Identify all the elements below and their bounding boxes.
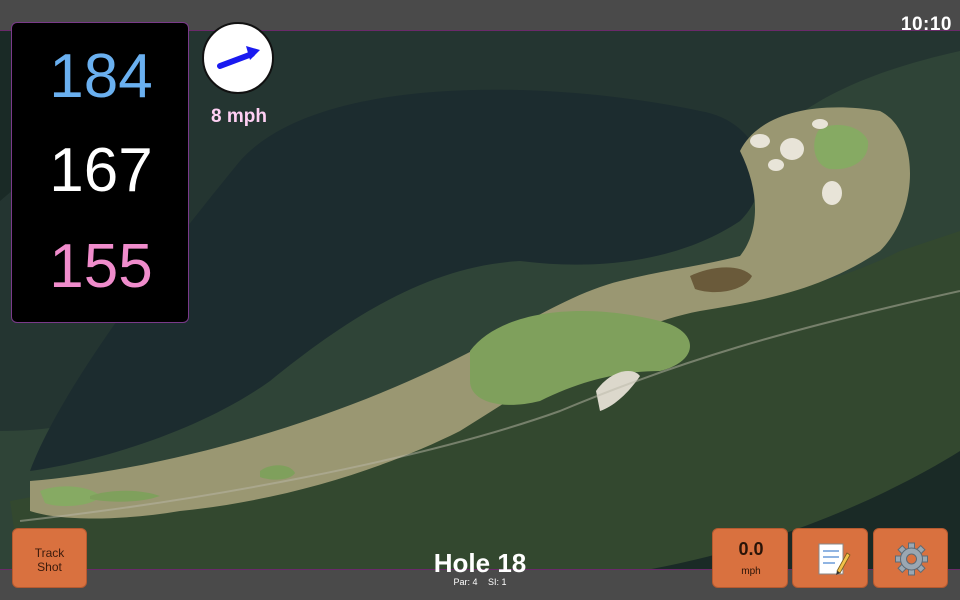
hole-stroke-index: SI: 1 [488,577,507,587]
notes-button[interactable] [792,528,868,588]
back-of-green-distance: 184 [49,42,153,111]
track-shot-label-line2: Shot [37,560,62,574]
arrow-northeast-icon [217,46,260,69]
speed-button[interactable]: 0.0 mph [712,528,788,588]
memo-icon [818,543,851,575]
track-shot-button[interactable]: Track Shot [12,528,87,588]
front-of-green-distance: 155 [49,232,153,301]
clock-time: 10:10 [900,14,952,35]
hole-info: Par: 4 SI: 1 [380,577,580,587]
middle-of-green-distance: 167 [49,136,153,205]
hole-title: Hole 18 [433,548,527,578]
speed-value: 0.0 [738,539,764,559]
speed-unit: mph [741,566,761,577]
settings-button[interactable] [873,528,948,588]
gear-icon [895,542,928,576]
hole-par: Par: 4 [453,577,478,587]
wind-speed-label: 8 mph [211,106,267,127]
wind-direction-dial [202,22,274,94]
green-distance-panel: 184 167 155 [11,22,189,323]
track-shot-label-line1: Track [34,546,65,560]
